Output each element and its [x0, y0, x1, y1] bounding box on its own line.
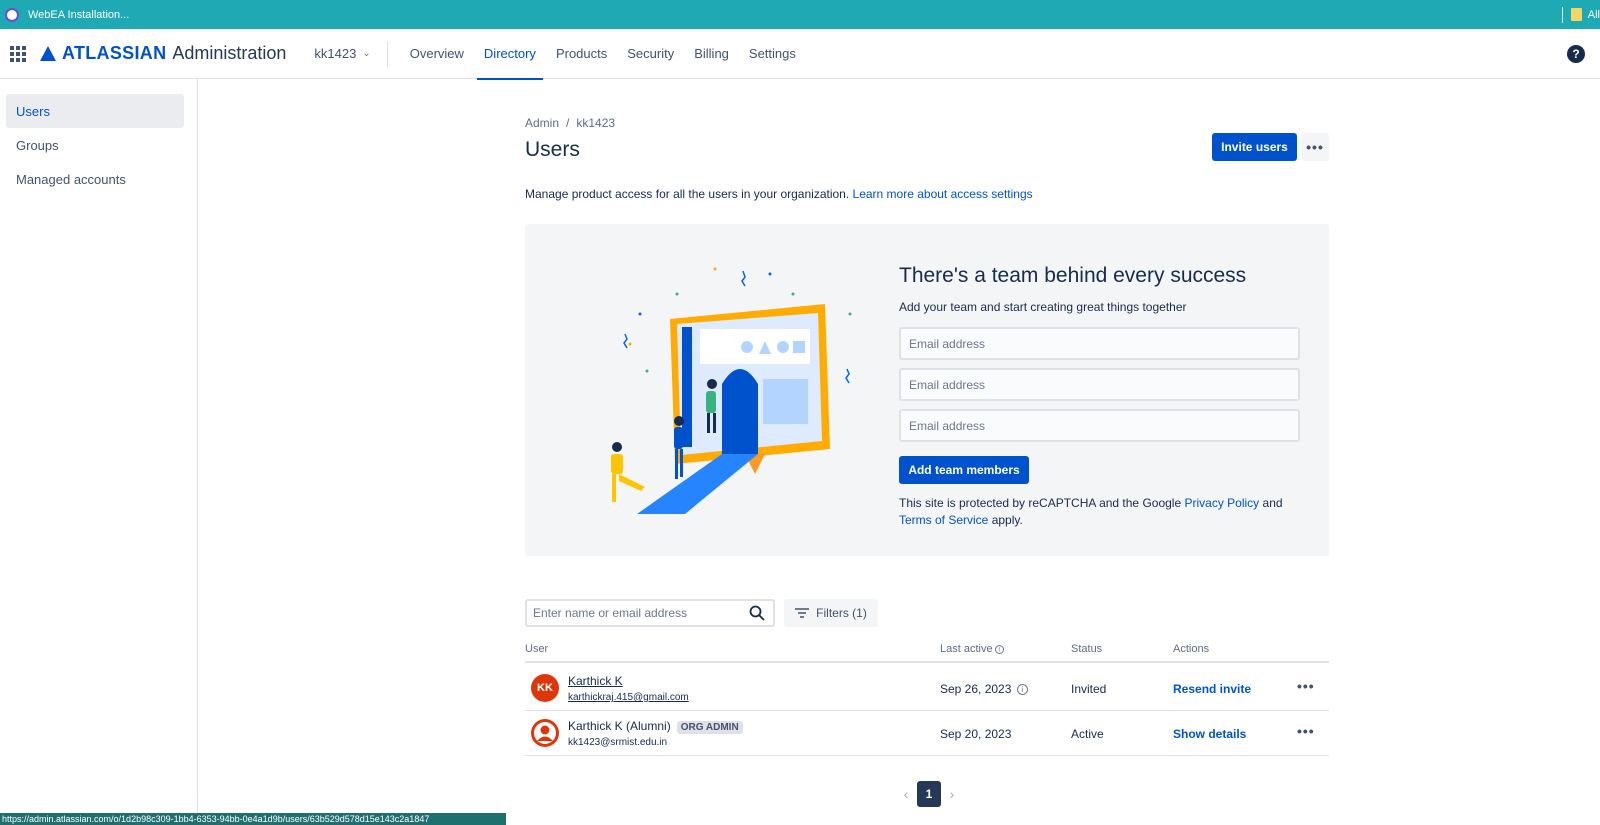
info-icon[interactable]: i: [1016, 684, 1028, 696]
description-text: Manage product access for all the users …: [525, 187, 850, 201]
user-email-link[interactable]: karthickraj.415@gmail.com: [568, 692, 689, 703]
captcha-apply: apply.: [991, 513, 1023, 527]
tab-settings[interactable]: Settings: [739, 29, 806, 79]
promo-title: There's a team behind every success: [899, 264, 1247, 287]
help-icon[interactable]: ?: [1567, 45, 1585, 63]
chevron-right-icon[interactable]: ›: [941, 786, 963, 802]
org-switcher[interactable]: kk1423 ⌄: [314, 46, 370, 61]
atlassian-logo[interactable]: ATLASSIAN Administration: [40, 43, 286, 64]
sidebar-item-users[interactable]: Users: [6, 94, 184, 128]
user-name-label: Karthick K (Alumni): [568, 719, 671, 733]
header-last-active-label: Last active: [940, 643, 993, 655]
users-table-header: User Last active i Status Actions: [525, 641, 1329, 663]
bookmark-divider: [1561, 6, 1563, 23]
header-actions: Actions: [1173, 643, 1210, 655]
chevron-left-icon[interactable]: ‹: [895, 786, 917, 802]
page-title: Users: [525, 138, 580, 161]
info-icon: i: [994, 644, 1004, 654]
table-row: Karthick K (Alumni) ORG ADMIN kk1423@srmi…: [525, 711, 1329, 756]
invite-promo-panel: There's a team behind every success Add …: [525, 224, 1329, 556]
terms-of-service-link[interactable]: Terms of Service: [899, 513, 988, 527]
status-cell: Active: [1071, 727, 1104, 741]
bookmarks-bar: WebEA Installation... All: [0, 0, 1600, 29]
org-name: kk1423: [314, 46, 357, 61]
top-nav: ATLASSIAN Administration kk1423 ⌄ Overvi…: [0, 29, 1600, 80]
user-email: kk1423@srmist.edu.in: [568, 737, 668, 748]
last-active-date: Sep 26, 2023: [940, 682, 1012, 696]
app-switcher-icon[interactable]: [10, 45, 26, 62]
access-settings-link[interactable]: Learn more about access settings: [853, 187, 1033, 201]
chevron-down-icon: ⌄: [362, 48, 371, 59]
avatar: [531, 719, 559, 747]
org-admin-badge: ORG ADMIN: [676, 721, 743, 734]
email-field-2[interactable]: [899, 368, 1300, 401]
invite-users-button[interactable]: Invite users: [1212, 133, 1297, 161]
user-search: [525, 599, 775, 627]
filter-icon: [795, 608, 810, 618]
status-cell: Invited: [1071, 682, 1107, 696]
sidebar-item-managed-accounts[interactable]: Managed accounts: [6, 162, 184, 196]
browser-status-url: https://admin.atlassian.com/o/1d2b98c309…: [0, 813, 506, 825]
team-illustration: [611, 267, 852, 514]
sidebar: Users Groups Managed accounts: [0, 79, 198, 825]
resend-invite-link[interactable]: Resend invite: [1173, 682, 1251, 696]
breadcrumb-org[interactable]: kk1423: [576, 116, 615, 130]
recaptcha-notice: This site is protected by reCAPTCHA and …: [899, 495, 1299, 529]
add-team-members-button[interactable]: Add team members: [899, 456, 1029, 484]
email-field-1[interactable]: [899, 327, 1300, 360]
bookmark-webea[interactable]: WebEA Installation...: [0, 7, 130, 22]
filters-button[interactable]: Filters (1): [784, 599, 878, 627]
header-user: User: [525, 643, 549, 655]
page-current[interactable]: 1: [917, 781, 941, 807]
row-more-button[interactable]: •••: [1297, 723, 1315, 739]
user-name[interactable]: Karthick K (Alumni) ORG ADMIN: [568, 719, 743, 734]
folder-icon: [1570, 8, 1582, 21]
user-name-link[interactable]: Karthick K: [568, 674, 623, 688]
captcha-and: and: [1262, 496, 1283, 510]
more-actions-button[interactable]: •••: [1301, 133, 1329, 161]
tab-directory[interactable]: Directory: [474, 29, 546, 80]
page-description: Manage product access for all the users …: [525, 187, 1033, 201]
header-last-active[interactable]: Last active i: [940, 643, 1004, 655]
bookmark-all-label: All: [1587, 8, 1600, 21]
search-input[interactable]: [527, 606, 742, 620]
webea-icon: [5, 7, 19, 22]
breadcrumb: Admin / kk1423: [525, 116, 616, 130]
brand-name: ATLASSIAN: [62, 43, 167, 63]
bookmark-all[interactable]: All: [1561, 0, 1600, 29]
last-active-cell: Sep 26, 2023 i: [940, 682, 1028, 696]
row-more-button[interactable]: •••: [1297, 678, 1315, 694]
last-active-date: Sep 20, 2023: [940, 727, 1012, 741]
tab-products[interactable]: Products: [546, 29, 617, 79]
promo-subtitle: Add your team and start creating great t…: [899, 300, 1187, 314]
breadcrumb-admin[interactable]: Admin: [525, 116, 559, 130]
nav-divider: [386, 40, 388, 67]
table-row: KK Karthick K karthickraj.415@gmail.com …: [525, 666, 1329, 711]
header-status: Status: [1071, 643, 1103, 655]
more-icon: •••: [1306, 139, 1324, 155]
bookmark-label: WebEA Installation...: [28, 8, 130, 21]
search-icon[interactable]: [749, 605, 765, 621]
tab-billing[interactable]: Billing: [684, 29, 739, 79]
tab-overview[interactable]: Overview: [400, 29, 474, 79]
show-details-link[interactable]: Show details: [1173, 727, 1246, 741]
filters-label: Filters (1): [816, 606, 867, 620]
user-avatar-icon: [534, 722, 556, 744]
email-field-3[interactable]: [899, 409, 1300, 442]
brand-sub: Administration: [172, 43, 287, 63]
sidebar-item-groups[interactable]: Groups: [6, 128, 184, 162]
privacy-policy-link[interactable]: Privacy Policy: [1184, 496, 1259, 510]
pagination: ‹ 1 ›: [895, 781, 963, 807]
tab-security[interactable]: Security: [617, 29, 684, 79]
atlassian-mark-icon: [40, 46, 56, 61]
captcha-text: This site is protected by reCAPTCHA and …: [899, 496, 1182, 510]
avatar: KK: [531, 674, 559, 702]
